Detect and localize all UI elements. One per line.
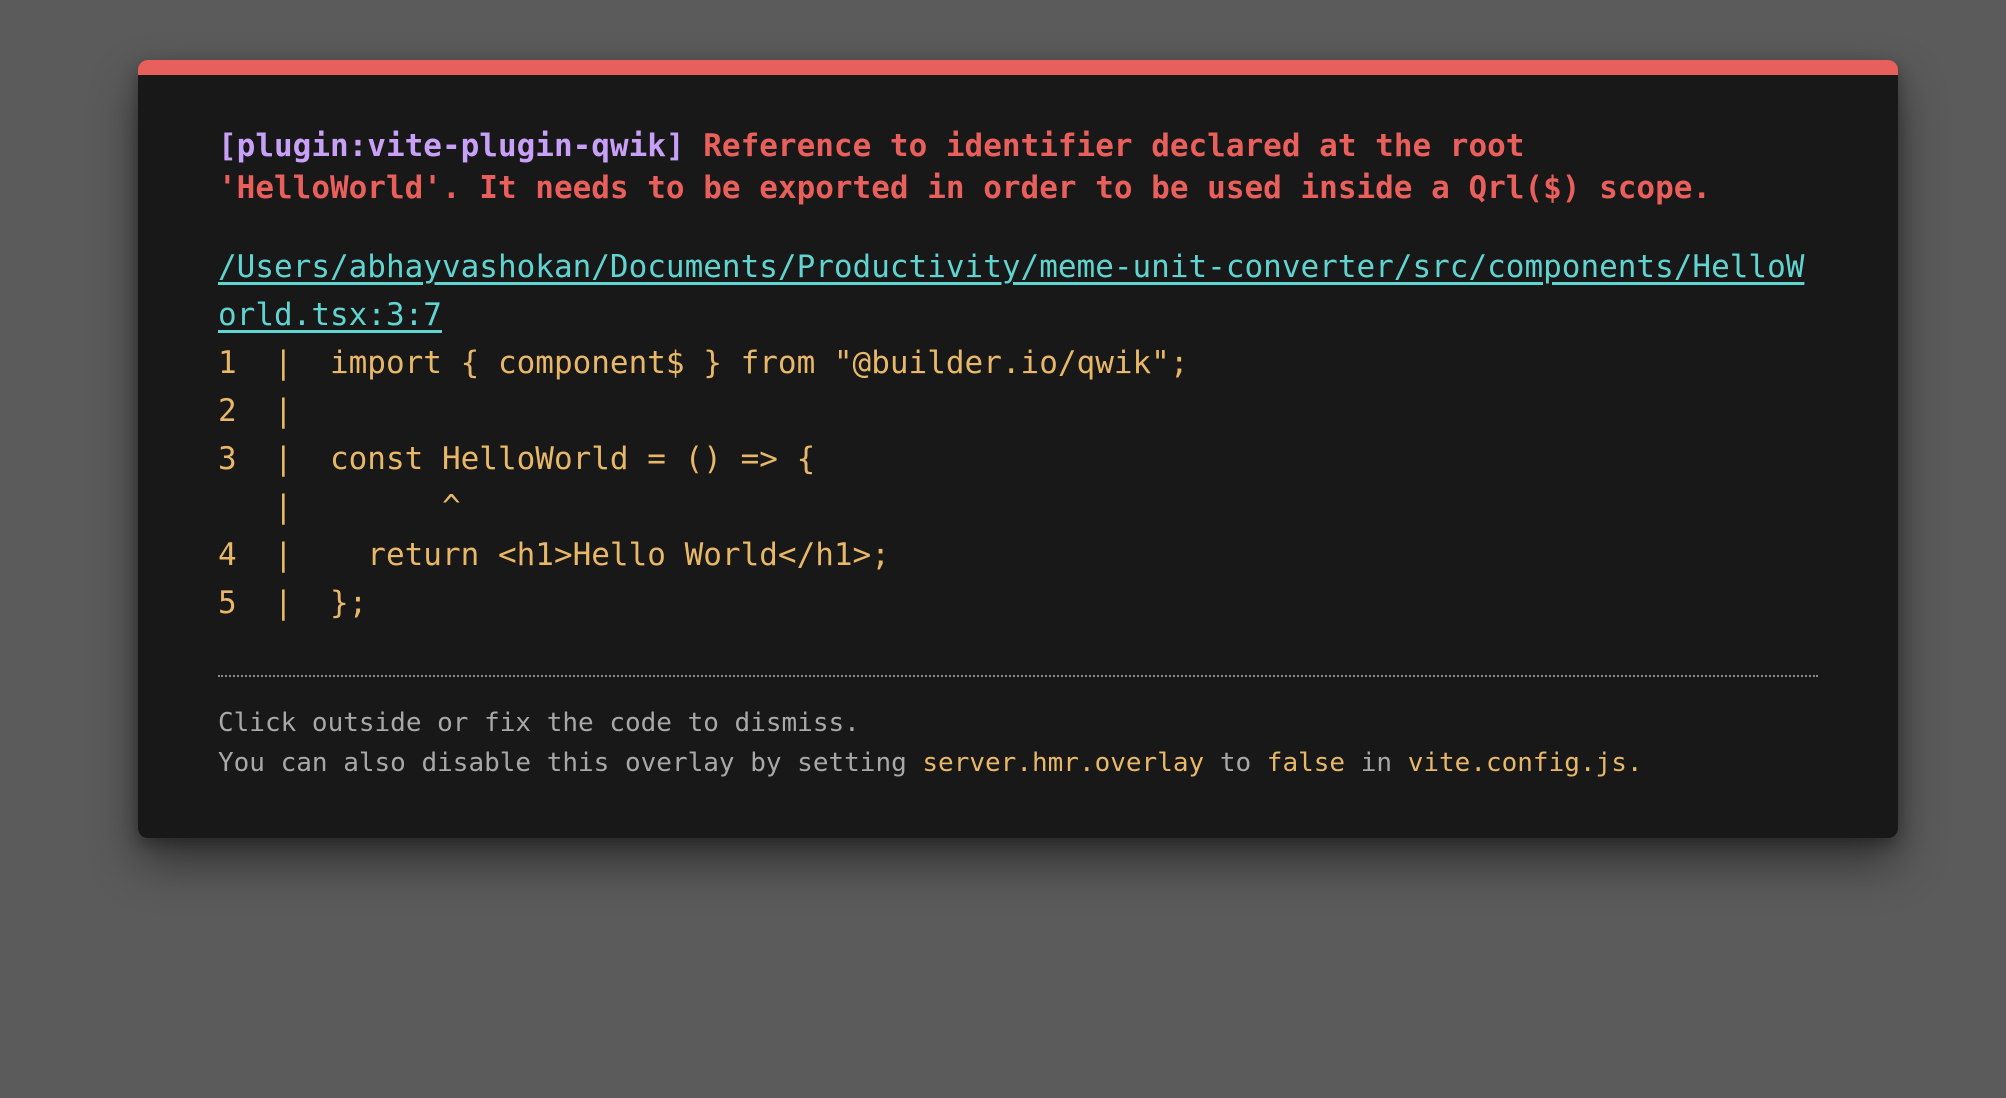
- tip-line2-prefix: You can also disable this overlay by set…: [218, 748, 923, 778]
- code-frame-line: 1 | import { component$ } from "@builder…: [218, 345, 1189, 381]
- error-overlay-window: [plugin:vite-plugin-qwik] Reference to i…: [138, 60, 1898, 838]
- code-frame-line: 2 |: [218, 393, 293, 429]
- dotted-divider: [218, 675, 1818, 677]
- error-message-line1: Reference to identifier declared at the …: [703, 128, 1525, 164]
- code-frame: 1 | import { component$ } from "@builder…: [218, 339, 1818, 627]
- code-frame-caret-line: | ^: [218, 489, 461, 525]
- tip-word-to: to: [1204, 748, 1267, 778]
- tip-period: .: [1626, 748, 1643, 778]
- error-message: [plugin:vite-plugin-qwik] Reference to i…: [218, 125, 1818, 209]
- file-location-link[interactable]: /Users/abhayvashokan/Documents/Productiv…: [218, 243, 1823, 339]
- tip-config-file-code: vite.config.js: [1407, 748, 1627, 778]
- tip-setting-code: server.hmr.overlay: [922, 748, 1205, 778]
- code-frame-line: 4 | return <h1>Hello World</h1>;: [218, 537, 890, 573]
- dismiss-tip: Click outside or fix the code to dismiss…: [218, 703, 1818, 783]
- code-frame-line: 5 | };: [218, 585, 368, 621]
- tip-line1: Click outside or fix the code to dismiss…: [218, 708, 860, 738]
- code-frame-line: 3 | const HelloWorld = () => {: [218, 441, 816, 477]
- plugin-name: [plugin:vite-plugin-qwik]: [218, 128, 685, 164]
- tip-value-code: false: [1266, 748, 1346, 778]
- error-message-line2: 'HelloWorld'. It needs to be exported in…: [218, 170, 1712, 206]
- tip-word-in: in: [1345, 748, 1408, 778]
